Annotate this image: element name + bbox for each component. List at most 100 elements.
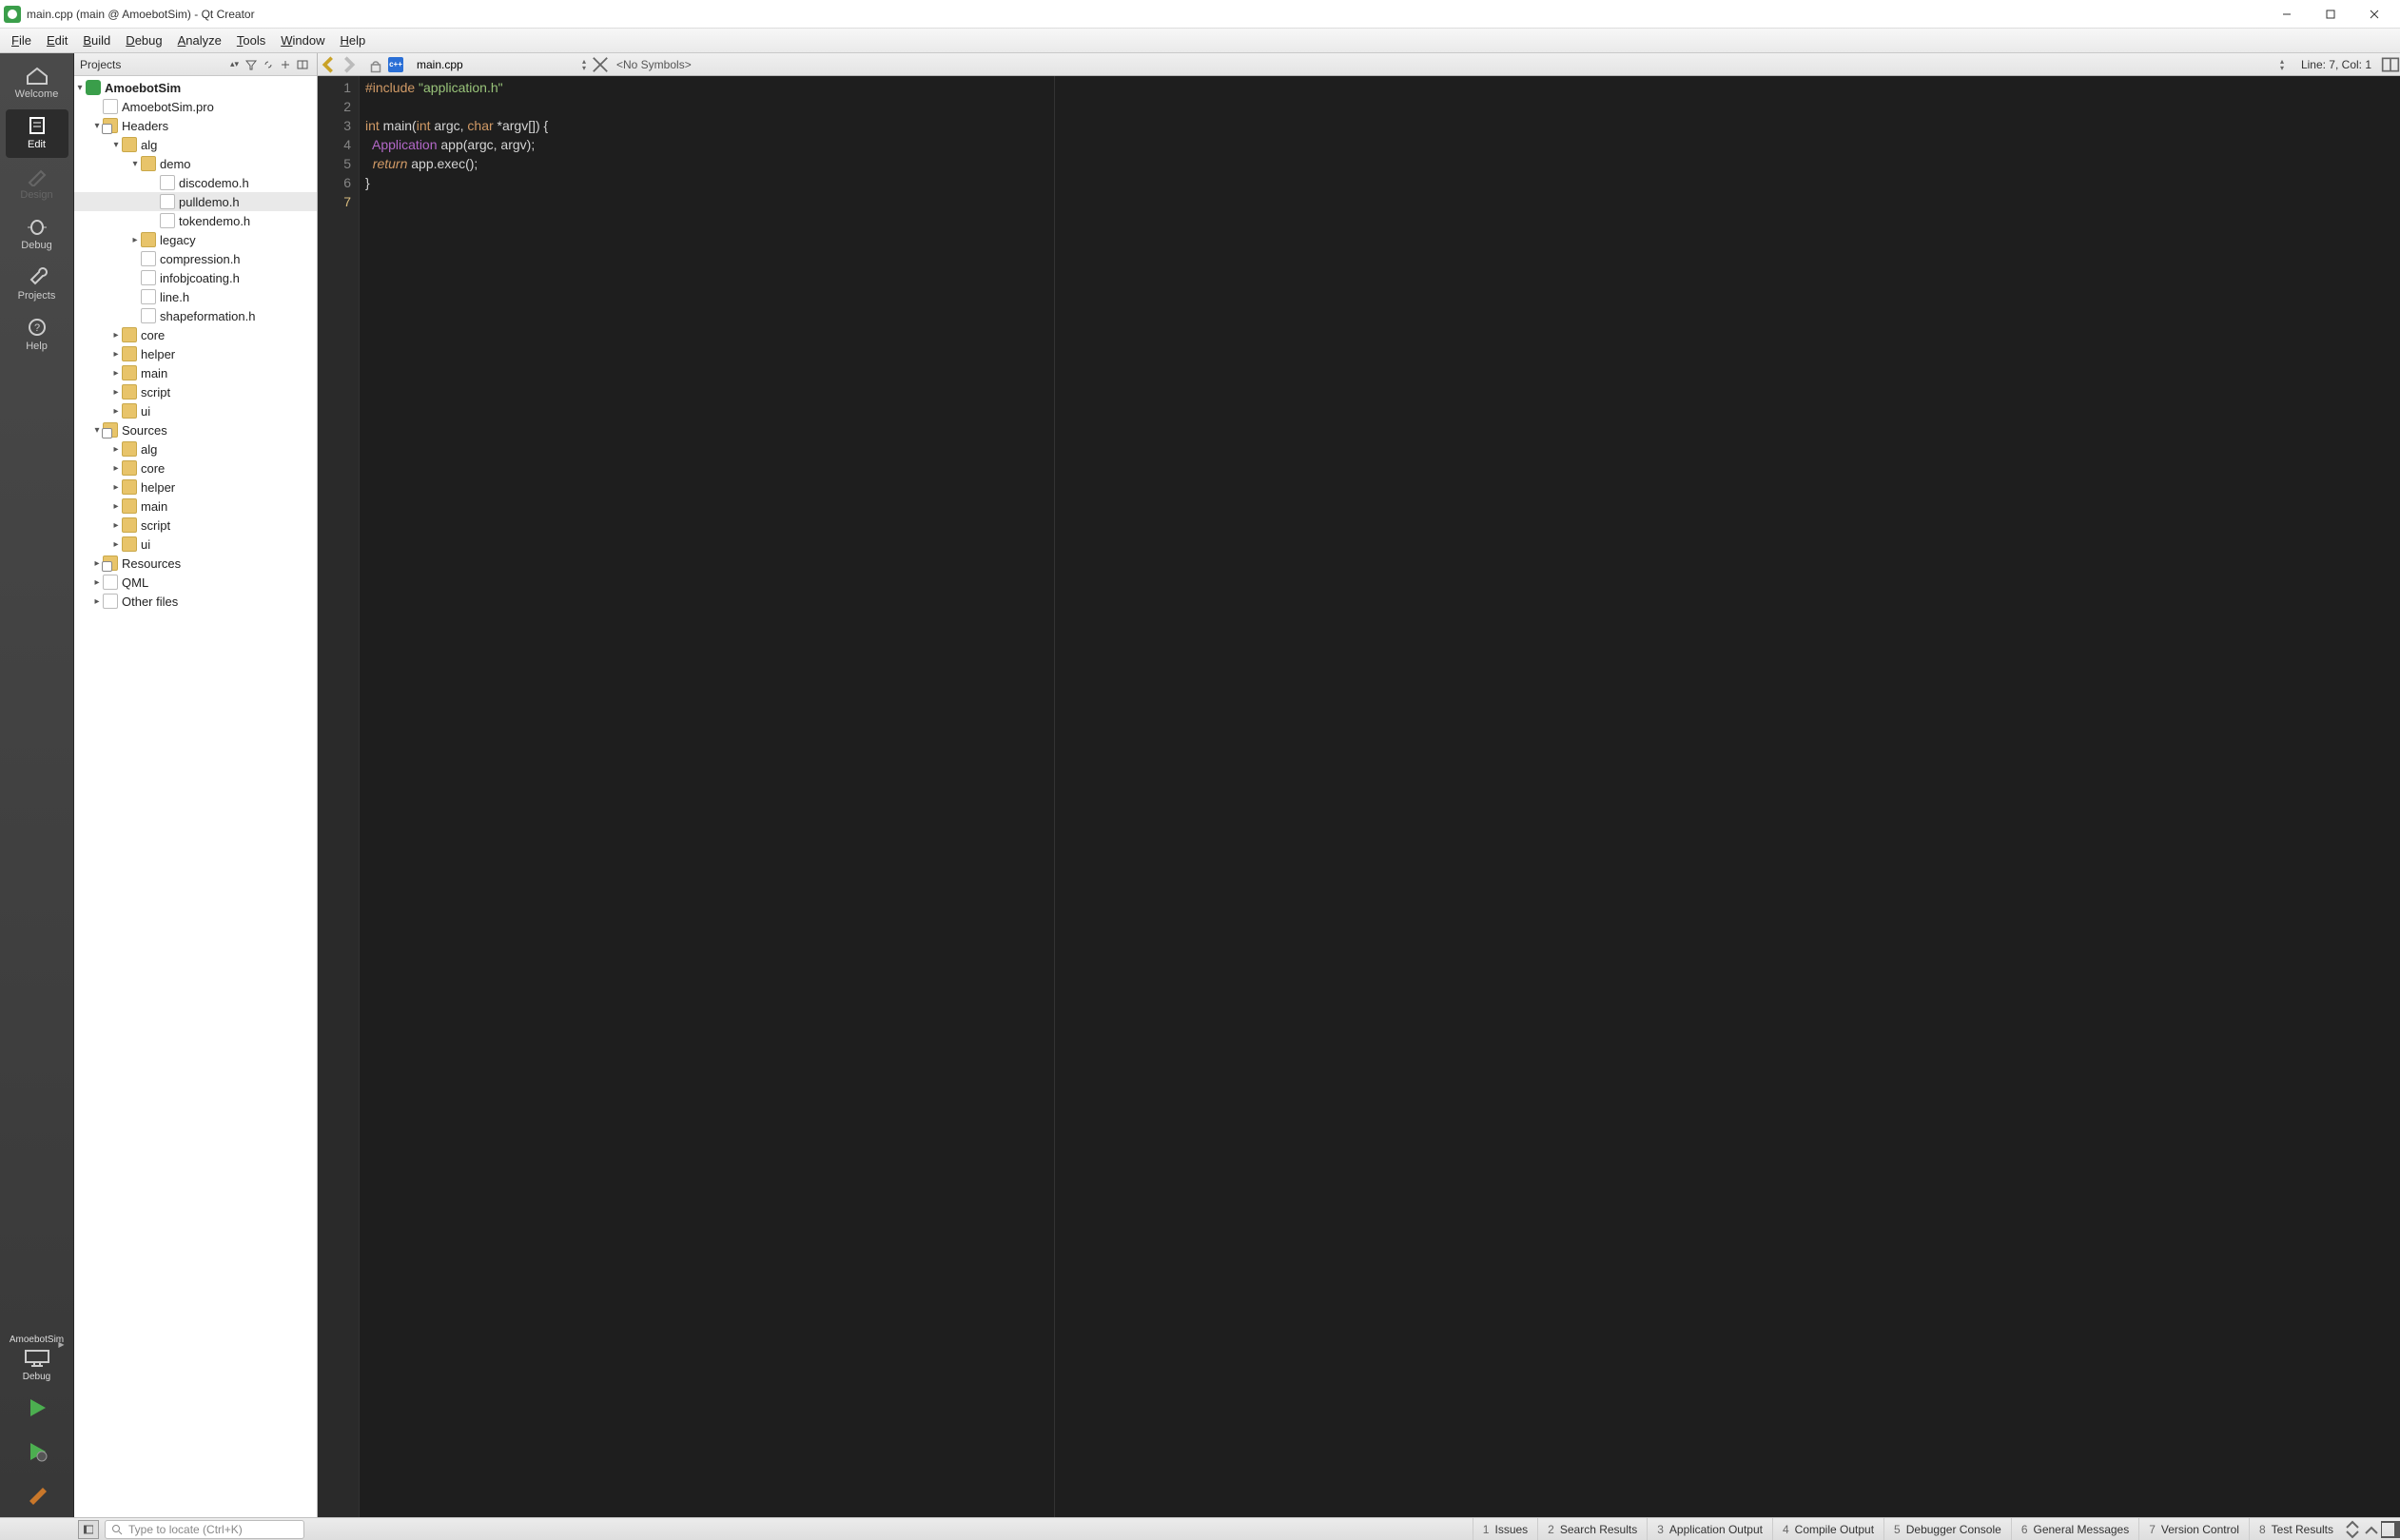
mode-welcome-label: Welcome [15,88,59,100]
menu-window[interactable]: Window [273,29,332,53]
tree-pro-file[interactable]: ▸AmoebotSim.pro [74,97,317,116]
tree-s-helper[interactable]: ▸helper [74,478,317,497]
mode-help[interactable]: ? Help [6,311,68,360]
symbol-selector[interactable]: <No Symbols> ▴▾ [609,58,2292,71]
pane-test-results[interactable]: 8Test Results [2249,1518,2343,1540]
chevron-right-icon [339,54,360,75]
tree-main[interactable]: ▸main [74,363,317,382]
filter-icon[interactable] [243,56,260,73]
nav-forward-button[interactable] [339,54,360,75]
locator-input[interactable]: Type to locate (Ctrl+K) [105,1520,304,1539]
menu-debug[interactable]: Debug [118,29,169,53]
minimize-button[interactable] [2265,0,2309,29]
right-sidebar-toggle[interactable] [2381,1520,2400,1539]
editor-toolbar: c++ main.cpp ▴▾ <No Symbols> ▴▾ Line: 7,… [318,53,2400,76]
add-icon[interactable] [277,56,294,73]
tree-file-shapeformation[interactable]: shapeformation.h [74,306,317,325]
tree-s-helper-label: helper [141,480,175,495]
tree-s-main-label: main [141,499,167,514]
pane-issues[interactable]: 1Issues [1473,1518,1537,1540]
tree-core[interactable]: ▸core [74,325,317,344]
tree-file-infobjcoating[interactable]: infobjcoating.h [74,268,317,287]
kit-selector[interactable]: AmoebotSim ▶ Debug [6,1331,68,1386]
chevron-updown-icon: ▴▾ [230,59,239,69]
pane-maximize-button[interactable] [2362,1520,2381,1539]
split-view-icon[interactable] [294,56,311,73]
tree-file-tokendemo[interactable]: tokendemo.h [74,211,317,230]
pane-compile-output[interactable]: 4Compile Output [1772,1518,1883,1540]
mode-edit[interactable]: Edit [6,109,68,158]
menu-tools[interactable]: Tools [229,29,273,53]
code-editor[interactable]: 1 2 3 4 5 6 7 #include "application.h" i… [318,76,2400,1517]
tree-headers[interactable]: ▾Headers [74,116,317,135]
line-column-indicator[interactable]: Line: 7, Col: 1 [2292,58,2381,71]
tree-ui[interactable]: ▸ui [74,401,317,420]
code-body[interactable]: #include "application.h" int main(int ar… [360,76,2400,1517]
tree-demo[interactable]: ▾demo [74,154,317,173]
tree-ui-label: ui [141,404,150,419]
readonly-toggle[interactable] [367,56,384,73]
mode-debug[interactable]: Debug [6,210,68,259]
folder-sources-icon [103,422,118,438]
mode-welcome[interactable]: Welcome [6,59,68,107]
projects-header-label[interactable]: Projects [80,58,230,71]
menu-help[interactable]: Help [332,29,373,53]
tree-other[interactable]: ▸Other files [74,592,317,611]
chevron-right-icon: ▶ [58,1340,64,1349]
tree-qml[interactable]: ▸QML [74,573,317,592]
tree-resources[interactable]: ▸Resources [74,554,317,573]
tree-s-core[interactable]: ▸core [74,458,317,478]
tree-sources[interactable]: ▾Sources [74,420,317,439]
code-token: Application [365,137,438,152]
tree-s-ui[interactable]: ▸ui [74,535,317,554]
maximize-button[interactable] [2309,0,2352,29]
project-tree[interactable]: ▾AmoebotSim ▸AmoebotSim.pro ▾Headers ▾al… [74,76,317,1517]
pane-version-control[interactable]: 7Version Control [2138,1518,2249,1540]
pane-application-output[interactable]: 3Application Output [1647,1518,1772,1540]
menu-edit[interactable]: Edit [39,29,75,53]
menu-build[interactable]: Build [75,29,118,53]
build-button[interactable] [10,1477,64,1513]
folder-icon [122,460,137,476]
tree-s-alg[interactable]: ▸alg [74,439,317,458]
maximize-pane-icon [2362,1520,2381,1539]
mode-projects[interactable]: Projects [6,261,68,309]
tree-file-label: shapeformation.h [160,309,255,323]
pane-search-results[interactable]: 2Search Results [1537,1518,1647,1540]
close-file-button[interactable] [592,56,609,73]
pane-num: 5 [1894,1523,1901,1536]
tree-helper[interactable]: ▸helper [74,344,317,363]
tree-root-label: AmoebotSim [105,81,181,95]
qtcreator-app-icon [4,6,21,23]
split-editor-button[interactable] [2381,55,2400,74]
tree-file-discodemo[interactable]: discodemo.h [74,173,317,192]
tree-alg[interactable]: ▾alg [74,135,317,154]
tree-s-main[interactable]: ▸main [74,497,317,516]
other-files-icon [103,594,118,609]
mode-design[interactable]: Design [6,160,68,208]
pane-collapse-button[interactable] [2343,1520,2362,1539]
home-icon [24,65,50,86]
nav-back-button[interactable] [318,54,339,75]
pane-debugger-console[interactable]: 5Debugger Console [1883,1518,2011,1540]
debug-run-button[interactable] [10,1433,64,1470]
folder-icon [122,498,137,514]
menu-file[interactable]: File [4,29,39,53]
menu-analyze[interactable]: Analyze [170,29,229,53]
pane-general-messages[interactable]: 6General Messages [2011,1518,2138,1540]
link-icon[interactable] [260,56,277,73]
tree-file-line[interactable]: line.h [74,287,317,306]
close-button[interactable] [2352,0,2396,29]
tree-s-script[interactable]: ▸script [74,516,317,535]
tree-script[interactable]: ▸script [74,382,317,401]
tree-root[interactable]: ▾AmoebotSim [74,78,317,97]
tree-file-compression[interactable]: compression.h [74,249,317,268]
chevron-left-icon [318,54,339,75]
tree-legacy[interactable]: ▸legacy [74,230,317,249]
pane-label: Compile Output [1795,1523,1874,1536]
open-file-selector[interactable]: main.cpp ▴▾ [411,54,592,75]
folder-icon [122,365,137,380]
run-button[interactable] [10,1390,64,1426]
tree-file-pulldemo[interactable]: pulldemo.h [74,192,317,211]
sidebar-toggle-button[interactable] [78,1520,99,1539]
